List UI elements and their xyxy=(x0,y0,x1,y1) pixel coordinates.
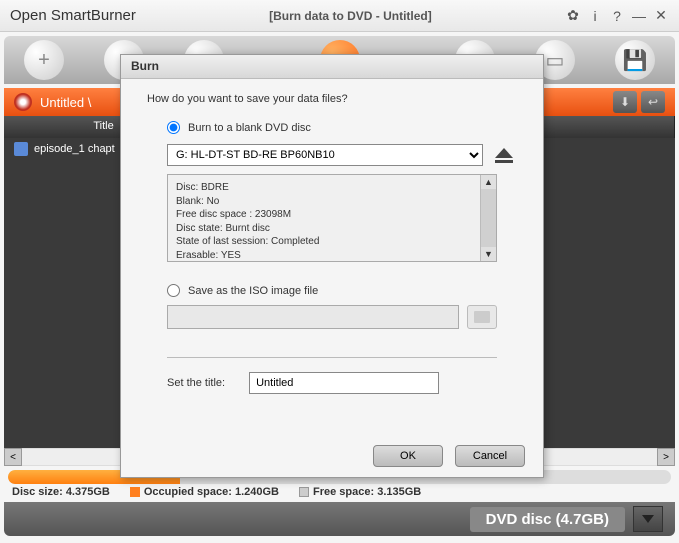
titlebar-controls: ✿ i ? — ✕ xyxy=(565,8,669,24)
iso-path-input[interactable] xyxy=(167,305,459,329)
disc-info-line: Disc: BDRE xyxy=(176,181,488,195)
free-label: Free space: xyxy=(313,486,374,498)
window-subtitle: [Burn data to DVD - Untitled] xyxy=(136,9,565,23)
close-icon[interactable]: ✕ xyxy=(653,8,669,24)
disc-size-label: Disc size: xyxy=(12,486,63,498)
disc-size-value: 4.375GB xyxy=(66,486,110,498)
app-name: Open SmartBurner xyxy=(10,7,136,24)
eject-icon xyxy=(495,148,513,158)
ok-button[interactable]: OK xyxy=(373,445,443,467)
scroll-up-icon[interactable]: ▲ xyxy=(481,175,496,189)
footer: DVD disc (4.7GB) xyxy=(4,502,675,536)
disc-info-box: Disc: BDRE Blank: No Free disc space : 2… xyxy=(167,174,497,262)
free-value: 3.135GB xyxy=(377,486,421,498)
disc-info-line: Free disc space : 23098M xyxy=(176,208,488,222)
file-title: episode_1 chapt xyxy=(34,143,115,155)
occupied-value: 1.240GB xyxy=(235,486,279,498)
dialog-title: Burn xyxy=(121,55,543,79)
titlebar: Open SmartBurner [Burn data to DVD - Unt… xyxy=(0,0,679,32)
folder-icon xyxy=(474,311,490,323)
occupied-swatch-icon xyxy=(130,487,140,497)
save-button[interactable]: 💾 xyxy=(615,40,655,80)
gear-icon[interactable]: ✿ xyxy=(565,8,581,24)
title-input[interactable] xyxy=(249,372,439,394)
minimize-icon[interactable]: — xyxy=(631,8,647,24)
occupied-label: Occupied space: xyxy=(144,486,232,498)
disc-info-line: Disc state: Burnt disc xyxy=(176,222,488,236)
add-button[interactable]: + xyxy=(24,40,64,80)
radio-iso-label: Save as the ISO image file xyxy=(188,285,318,297)
iso-browse-button[interactable] xyxy=(467,305,497,329)
set-title-label: Set the title: xyxy=(167,377,225,389)
info-icon[interactable]: i xyxy=(587,8,603,24)
scroll-left-icon[interactable]: < xyxy=(4,448,22,466)
stats-row: Disc size: 4.375GB Occupied space: 1.240… xyxy=(0,486,679,498)
burn-dialog: Burn How do you want to save your data f… xyxy=(120,54,544,478)
divider xyxy=(167,357,497,358)
disc-info-line: Blank: No xyxy=(176,195,488,209)
file-icon xyxy=(14,142,28,156)
disc-icon xyxy=(14,93,32,111)
radio-save-iso[interactable] xyxy=(167,284,180,297)
download-icon[interactable]: ⬇ xyxy=(613,91,637,113)
drive-select[interactable]: G: HL-DT-ST BD-RE BP60NB10 xyxy=(167,144,483,166)
disc-type-dropdown[interactable] xyxy=(633,506,663,532)
scroll-down-icon[interactable]: ▼ xyxy=(481,247,496,261)
radio-burn-disc[interactable] xyxy=(167,121,180,134)
eject-button[interactable] xyxy=(491,142,517,168)
disc-type-label: DVD disc (4.7GB) xyxy=(470,507,625,532)
info-scrollbar[interactable]: ▲ ▼ xyxy=(480,175,496,261)
scroll-thumb[interactable] xyxy=(481,189,496,247)
scroll-right-icon[interactable]: > xyxy=(657,448,675,466)
cancel-button[interactable]: Cancel xyxy=(455,445,525,467)
free-swatch-icon xyxy=(299,487,309,497)
return-icon[interactable]: ↩ xyxy=(641,91,665,113)
disc-info-line: Erasable: YES xyxy=(176,249,488,263)
radio-burn-label: Burn to a blank DVD disc xyxy=(188,122,311,134)
dialog-question: How do you want to save your data files? xyxy=(147,93,517,105)
help-icon[interactable]: ? xyxy=(609,8,625,24)
disc-info-line: State of last session: Completed xyxy=(176,235,488,249)
